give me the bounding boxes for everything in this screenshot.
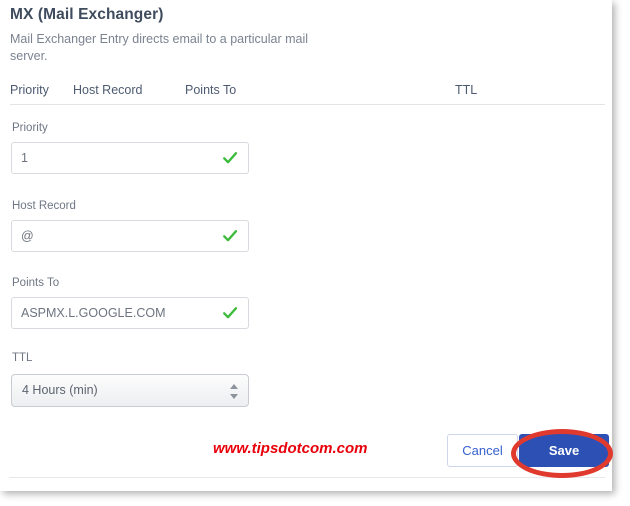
- priority-input[interactable]: 1: [11, 142, 249, 174]
- host-record-field-label: Host Record: [12, 200, 76, 212]
- record-description: Mail Exchanger Entry directs email to a …: [10, 32, 309, 63]
- ttl-select-value: 4 Hours (min): [22, 383, 98, 397]
- page-title: MX (Mail Exchanger): [10, 6, 164, 23]
- host-record-input-value: @: [21, 229, 34, 243]
- record-editor-card: MX (Mail Exchanger) Mail Exchanger Entry…: [0, 0, 612, 491]
- stepper-up-arrow[interactable]: [230, 384, 238, 389]
- column-header-ttl: TTL: [455, 83, 478, 97]
- points-to-field-label: Points To: [12, 277, 60, 289]
- check-icon: [223, 152, 238, 164]
- priority-input-value: 1: [21, 151, 28, 165]
- priority-field-label: Priority: [12, 122, 48, 134]
- column-header-host-record: Host Record: [73, 83, 143, 97]
- check-icon: [223, 230, 238, 242]
- ttl-select[interactable]: 4 Hours (min): [11, 374, 249, 407]
- footer-divider: [9, 477, 605, 478]
- header-divider: [10, 104, 605, 105]
- column-header-points-to: Points To: [185, 83, 237, 97]
- save-button[interactable]: Save: [519, 434, 609, 467]
- points-to-input[interactable]: ASPMX.L.GOOGLE.COM: [11, 297, 249, 329]
- stepper-down-arrow[interactable]: [230, 394, 238, 399]
- host-record-input[interactable]: @: [11, 220, 249, 252]
- ttl-field-label: TTL: [12, 352, 33, 364]
- check-icon: [223, 307, 238, 319]
- cancel-button[interactable]: Cancel: [447, 434, 518, 467]
- points-to-input-value: ASPMX.L.GOOGLE.COM: [21, 306, 166, 320]
- watermark: www.tipsdotcom.com: [213, 440, 368, 457]
- mx-record-editor-screen: MX (Mail Exchanger) Mail Exchanger Entry…: [0, 0, 630, 506]
- column-header-priority: Priority: [10, 83, 49, 97]
- updown-stepper-icon[interactable]: [230, 383, 239, 400]
